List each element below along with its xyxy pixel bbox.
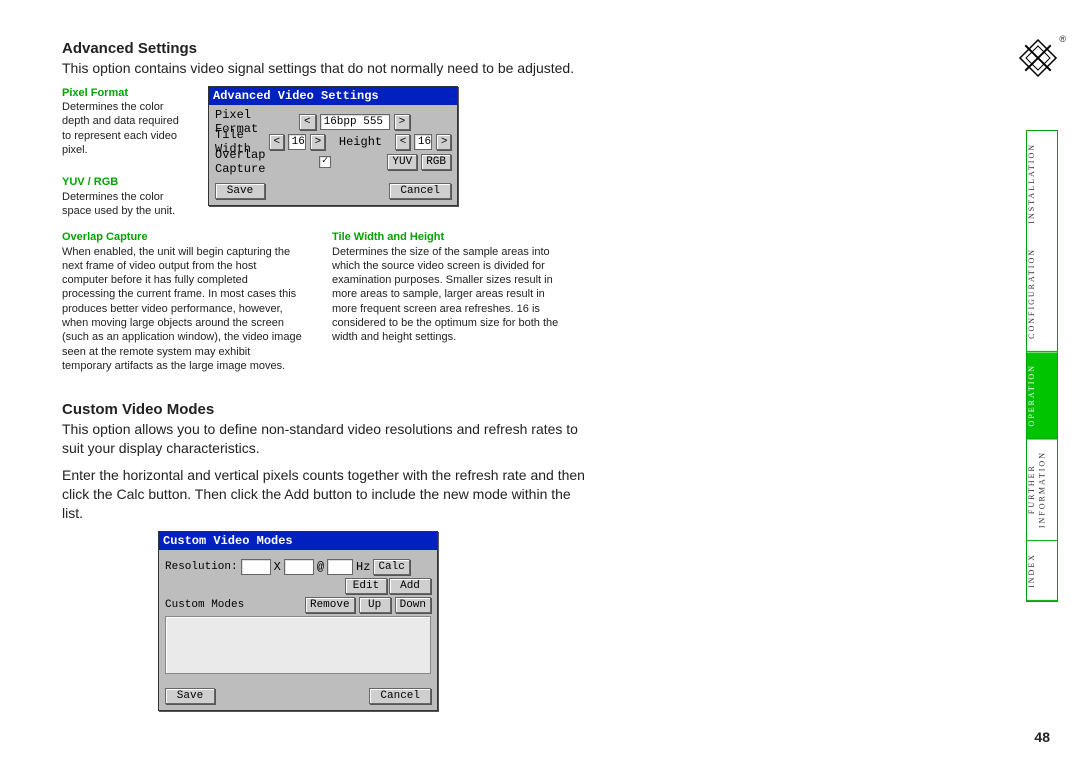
cvm-save-button[interactable]: Save (165, 688, 215, 704)
height-prev-button[interactable]: < (395, 134, 410, 150)
advanced-video-settings-dialog: Advanced Video Settings Pixel Format < 1… (208, 86, 458, 206)
overlap-capture-desc-body: When enabled, the unit will begin captur… (62, 245, 302, 374)
pixel-format-value: 16bpp 555 (320, 114, 390, 130)
yuv-rgb-label: YUV / RGB (62, 175, 190, 189)
rgb-button[interactable]: RGB (421, 154, 451, 170)
resolution-label: Resolution: (165, 561, 238, 573)
pixel-format-label: Pixel Format (62, 86, 190, 100)
pixel-format-next-button[interactable]: > (394, 114, 411, 130)
custom-modes-label: Custom Modes (165, 599, 244, 611)
calc-button[interactable]: Calc (373, 559, 409, 575)
tile-width-height-desc-body: Determines the size of the sample areas … (332, 245, 572, 345)
cvm-cancel-button[interactable]: Cancel (369, 688, 431, 704)
height-label: Height (339, 135, 382, 149)
resolution-v-input[interactable] (284, 559, 314, 575)
up-button[interactable]: Up (359, 597, 391, 613)
overlap-capture-desc-label: Overlap Capture (62, 230, 302, 244)
advanced-settings-heading: Advanced Settings (62, 40, 592, 57)
page-number: 48 (1034, 729, 1050, 745)
section-tabs: INSTALLATION CONFIGURATION OPERATION FUR… (1026, 130, 1058, 602)
tab-configuration[interactable]: CONFIGURATION (1027, 236, 1057, 352)
height-next-button[interactable]: > (436, 134, 451, 150)
tab-further-information[interactable]: FURTHER INFORMATION (1027, 439, 1057, 541)
adv-save-button[interactable]: Save (215, 183, 265, 199)
cvm-intro-2: Enter the horizontal and vertical pixels… (62, 466, 592, 523)
tab-index[interactable]: INDEX (1027, 541, 1057, 601)
overlap-capture-checkbox[interactable]: ✓ (319, 156, 331, 168)
advanced-settings-intro: This option contains video signal settin… (62, 59, 592, 78)
tab-installation[interactable]: INSTALLATION (1027, 131, 1057, 236)
cvm-intro-1: This option allows you to define non-sta… (62, 420, 592, 458)
remove-button[interactable]: Remove (305, 597, 355, 613)
hz-label: Hz (356, 560, 370, 574)
x-separator: X (274, 560, 281, 574)
tile-width-height-desc-label: Tile Width and Height (332, 230, 572, 244)
custom-modes-list[interactable] (165, 616, 431, 674)
height-value: 16 (414, 134, 432, 150)
add-button[interactable]: Add (389, 578, 431, 594)
down-button[interactable]: Down (395, 597, 431, 613)
cvm-dialog-title: Custom Video Modes (159, 532, 437, 550)
edit-button[interactable]: Edit (345, 578, 387, 594)
refresh-rate-input[interactable] (327, 559, 353, 575)
pixel-format-body: Determines the color depth and data requ… (62, 100, 190, 157)
brand-logo: ® (1018, 38, 1058, 78)
adv-cancel-button[interactable]: Cancel (389, 183, 451, 199)
yuv-button[interactable]: YUV (387, 154, 417, 170)
overlap-capture-label: Overlap Capture (215, 148, 315, 176)
resolution-h-input[interactable] (241, 559, 271, 575)
custom-video-modes-heading: Custom Video Modes (62, 401, 592, 418)
at-separator: @ (317, 560, 324, 574)
registered-mark: ® (1059, 34, 1066, 44)
custom-video-modes-dialog: Custom Video Modes Resolution: X @ Hz Ca… (158, 531, 438, 711)
pixel-format-prev-button[interactable]: < (299, 114, 316, 130)
tab-operation[interactable]: OPERATION (1027, 352, 1057, 439)
yuv-rgb-body: Determines the color space used by the u… (62, 190, 190, 219)
dialog-title: Advanced Video Settings (209, 87, 457, 105)
